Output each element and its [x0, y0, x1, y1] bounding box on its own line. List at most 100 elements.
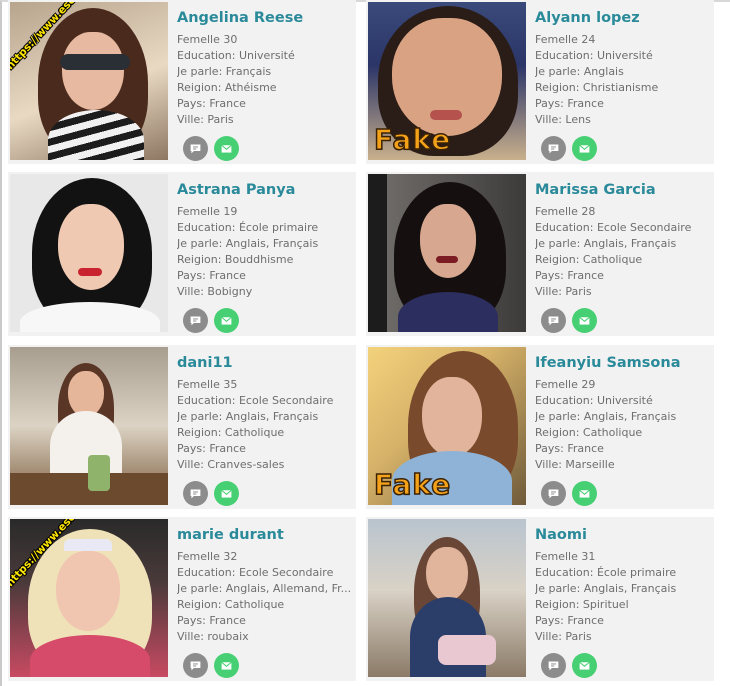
envelope-icon — [579, 144, 590, 153]
chat-bubble-icon — [190, 144, 201, 154]
profile-gender-age: Femelle 35 — [177, 378, 238, 391]
mail-button[interactable] — [214, 481, 239, 506]
profile-name[interactable]: Astrana Panya — [177, 180, 353, 200]
profile-name[interactable]: Naomi — [535, 525, 711, 545]
envelope-icon — [221, 316, 232, 325]
mail-button[interactable] — [572, 308, 597, 333]
profile-photo[interactable]: Fake — [368, 347, 526, 505]
profile-photo[interactable] — [10, 174, 168, 332]
chat-button[interactable] — [541, 481, 566, 506]
profile-education: Education: Université — [535, 394, 653, 407]
chat-button[interactable] — [541, 653, 566, 678]
profile-name[interactable]: Alyann lopez — [535, 8, 711, 28]
profile-languages: Je parle: Anglais, Français — [177, 410, 319, 423]
mail-button[interactable] — [214, 653, 239, 678]
chat-bubble-icon — [548, 316, 559, 326]
profile-name[interactable]: Angelina Reese — [177, 8, 353, 28]
profile-card: Fake Alyann lopez Femelle 24 Education: … — [366, 0, 714, 164]
profile-gender-age: Femelle 31 — [535, 550, 596, 563]
profile-city: Ville: Marseille — [535, 458, 615, 471]
envelope-icon — [221, 661, 232, 670]
profile-religion: Reigion: Christianisme — [535, 81, 659, 94]
profile-languages: Je parle: Français — [177, 65, 272, 78]
mail-button[interactable] — [572, 481, 597, 506]
chat-bubble-icon — [548, 661, 559, 671]
profile-photo[interactable]: https://www.escrocs-du-web.fr — [10, 2, 168, 160]
chat-button[interactable] — [183, 136, 208, 161]
profile-education: Education: École primaire — [535, 566, 677, 579]
profile-name[interactable]: dani11 — [177, 353, 353, 373]
mail-button[interactable] — [572, 136, 597, 161]
profile-country: Pays: France — [535, 269, 604, 282]
profile-country: Pays: France — [535, 614, 604, 627]
chat-bubble-icon — [548, 144, 559, 154]
chat-button[interactable] — [541, 308, 566, 333]
fake-stamp: Fake — [373, 467, 452, 502]
profile-religion: Reigion: Catholique — [535, 426, 643, 439]
profile-photo[interactable] — [10, 347, 168, 505]
profile-education: Education: Ecole Secondaire — [177, 394, 334, 407]
profile-city: Ville: Paris — [177, 113, 234, 126]
chat-button[interactable] — [183, 308, 208, 333]
profile-languages: Je parle: Anglais, Allemand, Fr... — [177, 582, 352, 595]
profile-languages: Je parle: Anglais, Français — [177, 237, 319, 250]
profile-card: Marissa Garcia Femelle 28 Education: Eco… — [366, 172, 714, 336]
profile-education: Education: École primaire — [177, 221, 319, 234]
profile-photo[interactable]: Fake — [368, 2, 526, 160]
profile-grid: https://www.escrocs-du-web.fr Angelina R… — [8, 0, 714, 686]
profile-city: Ville: Bobigny — [177, 285, 253, 298]
profile-city: Ville: Paris — [535, 630, 592, 643]
profile-gender-age: Femelle 29 — [535, 378, 596, 391]
profile-city: Ville: Paris — [535, 285, 592, 298]
profile-religion: Reigion: Bouddhisme — [177, 253, 294, 266]
profile-education: Education: Université — [177, 49, 295, 62]
profile-education: Education: Ecole Secondaire — [177, 566, 334, 579]
envelope-icon — [579, 489, 590, 498]
profile-name[interactable]: Marissa Garcia — [535, 180, 711, 200]
fake-stamp: Fake — [373, 122, 452, 157]
chat-bubble-icon — [190, 489, 201, 499]
profile-city: Ville: Lens — [535, 113, 591, 126]
envelope-icon — [221, 144, 232, 153]
profile-gender-age: Femelle 19 — [177, 205, 238, 218]
profile-religion: Reigion: Spirituel — [535, 598, 629, 611]
profile-country: Pays: France — [177, 97, 246, 110]
profile-country: Pays: France — [535, 97, 604, 110]
profile-card: dani11 Femelle 35 Education: Ecole Secon… — [8, 345, 356, 509]
profile-photo[interactable]: https://www.escrocs-du-web.fr — [10, 519, 168, 677]
profile-gender-age: Femelle 32 — [177, 550, 238, 563]
profile-gender-age: Femelle 24 — [535, 33, 596, 46]
profile-languages: Je parle: Anglais, Français — [535, 410, 677, 423]
envelope-icon — [221, 489, 232, 498]
profile-education: Education: Ecole Secondaire — [535, 221, 692, 234]
profile-city: Ville: Cranves-sales — [177, 458, 285, 471]
chat-button[interactable] — [541, 136, 566, 161]
profile-gender-age: Femelle 30 — [177, 33, 238, 46]
profile-card: Astrana Panya Femelle 19 Education: Écol… — [8, 172, 356, 336]
chat-bubble-icon — [548, 489, 559, 499]
profile-photo[interactable] — [368, 519, 526, 677]
profile-photo[interactable] — [368, 174, 526, 332]
profile-country: Pays: France — [535, 442, 604, 455]
mail-button[interactable] — [214, 308, 239, 333]
profile-languages: Je parle: Anglais, Français — [535, 237, 677, 250]
chat-button[interactable] — [183, 653, 208, 678]
profile-gender-age: Femelle 28 — [535, 205, 596, 218]
profile-name[interactable]: Ifeanyiu Samsona — [535, 353, 711, 373]
profile-country: Pays: France — [177, 269, 246, 282]
mail-button[interactable] — [214, 136, 239, 161]
chat-button[interactable] — [183, 481, 208, 506]
profile-religion: Reigion: Catholique — [177, 426, 285, 439]
profile-languages: Je parle: Anglais — [535, 65, 624, 78]
profile-city: Ville: roubaix — [177, 630, 249, 643]
profile-languages: Je parle: Anglais, Français — [535, 582, 677, 595]
profile-religion: Reigion: Catholique — [535, 253, 643, 266]
profile-education: Education: Université — [535, 49, 653, 62]
profile-card: Fake Ifeanyiu Samsona Femelle 29 Educati… — [366, 345, 714, 509]
chat-bubble-icon — [190, 661, 201, 671]
profile-card: Naomi Femelle 31 Education: École primai… — [366, 517, 714, 681]
profile-religion: Reigion: Catholique — [177, 598, 285, 611]
profile-name[interactable]: marie durant — [177, 525, 353, 545]
mail-button[interactable] — [572, 653, 597, 678]
profile-country: Pays: France — [177, 614, 246, 627]
